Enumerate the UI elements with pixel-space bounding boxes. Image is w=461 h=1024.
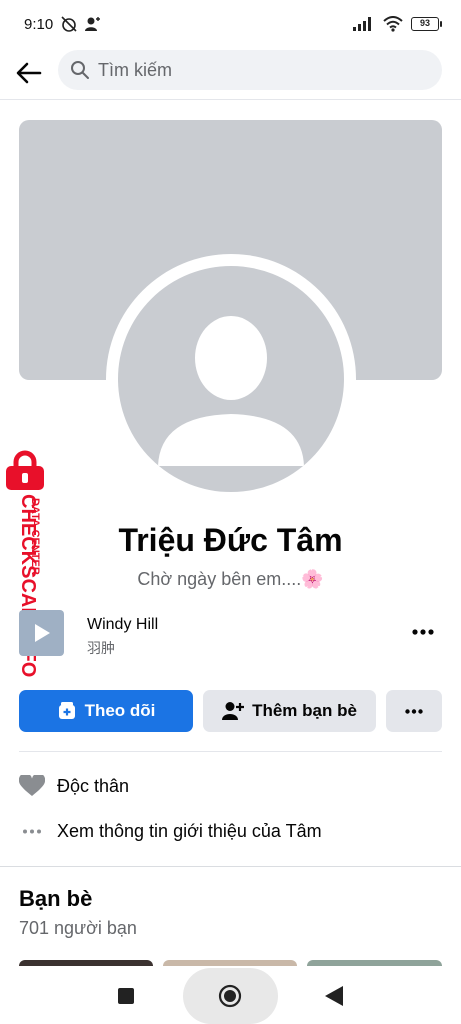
music-thumbnail[interactable] [19,610,64,656]
battery-icon: 93 [411,17,442,31]
back-arrow-icon [16,62,42,84]
status-left-icons [60,16,100,32]
more-icon [405,708,423,714]
wifi-icon [383,16,403,32]
back-button[interactable] [12,56,46,90]
default-avatar-icon [119,267,343,491]
system-nav-bar [0,966,461,1024]
person-icon [85,17,100,31]
avatar[interactable] [112,260,350,498]
home-icon [218,984,242,1008]
follow-icon [58,702,75,719]
back-icon [325,986,343,1006]
relationship-text: Độc thân [57,775,130,796]
see-info-text: Xem thông tin giới thiệu của Tâm [57,820,322,841]
music-title: Windy Hill [87,616,159,633]
heart-icon [19,775,45,797]
divider [19,751,442,752]
see-info-link[interactable]: Xem thông tin giới thiệu của Tâm [19,816,442,846]
friends-title: Bạn bè [19,886,93,911]
search-input[interactable]: Tìm kiếm [58,50,442,90]
section-divider [0,866,461,867]
music-more-button[interactable] [410,620,436,644]
dots-icon [19,829,45,834]
friends-count[interactable]: 701 người bạn [19,918,137,939]
add-friend-button-label: Thêm bạn bè [252,701,357,720]
recent-apps-button[interactable] [114,984,138,1008]
relationship-row: Độc thân [19,771,442,801]
signal-icon [353,17,371,31]
follow-button[interactable]: Theo dõi [19,690,193,732]
add-friend-icon [222,702,245,720]
add-friend-button[interactable]: Thêm bạn bè [203,690,376,732]
profile-music[interactable]: Windy Hill 羽肿 [19,608,442,660]
search-icon [71,61,89,79]
home-button[interactable] [218,984,242,1008]
profile-name: Triệu Đức Tâm [118,522,343,558]
profile-bio: Chờ ngày bên em....🌸 [137,569,324,589]
recent-apps-icon [118,988,134,1004]
more-icon [412,629,434,635]
music-artist: 羽肿 [87,640,115,656]
search-placeholder: Tìm kiếm [98,59,172,80]
nav-back-button[interactable] [322,984,346,1008]
top-bar: Tìm kiếm [0,48,461,100]
play-icon [34,624,50,642]
status-bar: 9:10 93 [0,0,461,48]
status-right: 93 [353,16,442,32]
profile-more-button[interactable] [386,690,442,732]
follow-button-label: Theo dõi [84,701,156,720]
lock-icon [6,450,44,490]
status-time: 9:10 [24,16,54,33]
alarm-off-icon [61,16,77,32]
